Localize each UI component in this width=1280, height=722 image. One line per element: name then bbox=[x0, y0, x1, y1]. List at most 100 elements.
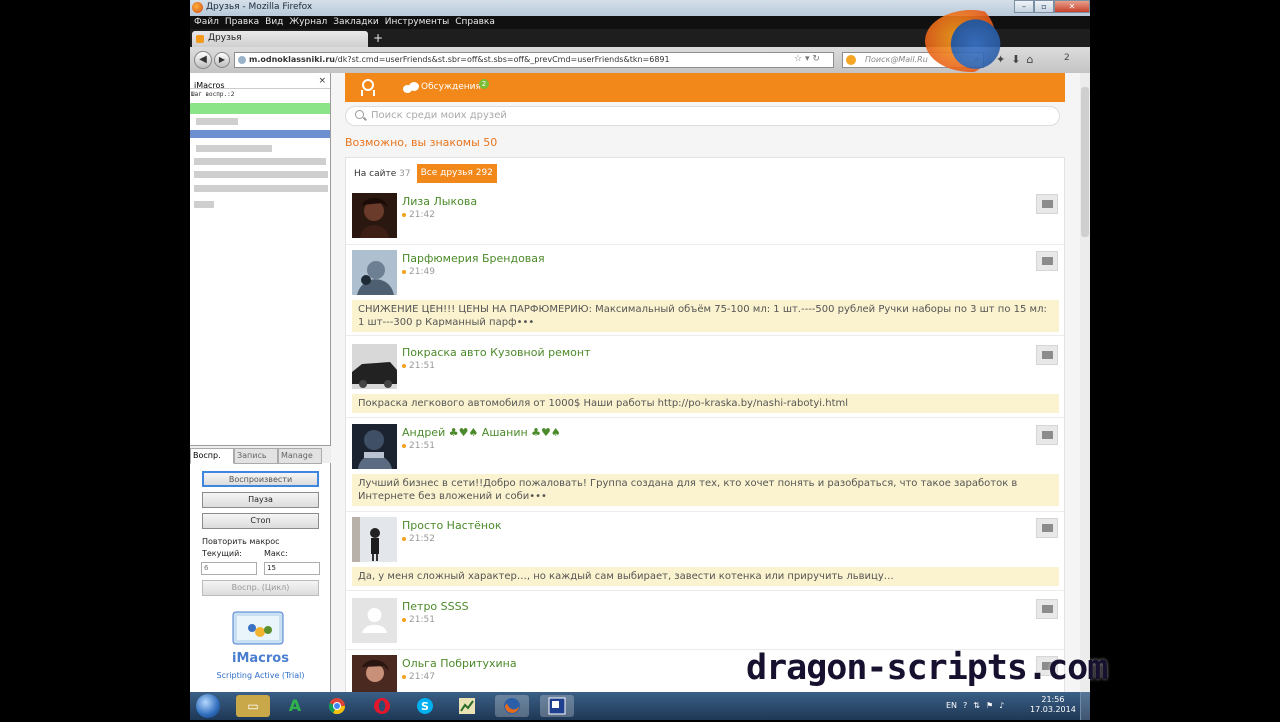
message-button[interactable] bbox=[1036, 518, 1058, 538]
imacros-subtitle[interactable]: Scripting Active (Trial) bbox=[190, 671, 331, 680]
avatar[interactable] bbox=[352, 424, 397, 469]
avatar[interactable] bbox=[352, 250, 397, 295]
chrome-icon[interactable] bbox=[320, 695, 354, 717]
friend-name[interactable]: Покраска авто Кузовной ремонт bbox=[402, 346, 590, 359]
firefox-window: Друзья - Mozilla Firefox – ▫ ✕ Файл Прав… bbox=[190, 0, 1090, 692]
tab-friends[interactable]: Друзья bbox=[192, 31, 368, 47]
app-a-icon[interactable]: A bbox=[278, 695, 312, 717]
addon-icon[interactable]: ✦ bbox=[996, 53, 1005, 66]
show-desktop-button[interactable] bbox=[1080, 692, 1090, 720]
new-tab-button[interactable]: + bbox=[370, 31, 386, 45]
avatar[interactable] bbox=[352, 655, 397, 692]
message-button[interactable] bbox=[1036, 251, 1058, 271]
imacros-tabs: Воспр. Запись Manage bbox=[190, 445, 331, 464]
close-button[interactable]: ✕ bbox=[1054, 0, 1090, 13]
search-icon[interactable]: ⌕ bbox=[974, 53, 980, 67]
odnoklassniki-logo-icon[interactable] bbox=[359, 79, 374, 97]
url-bar[interactable]: m.odnoklassniki.ru/dk?st.cmd=userFriends… bbox=[234, 52, 834, 68]
menu-edit[interactable]: Правка bbox=[225, 16, 259, 29]
play-loop-button[interactable]: Воспр. (Цикл) bbox=[202, 580, 319, 596]
maybe-known-link[interactable]: Возможно, вы знакомы 50 bbox=[345, 136, 497, 149]
maximize-button[interactable]: ▫ bbox=[1034, 0, 1054, 13]
reload-icon[interactable]: ↻ bbox=[812, 54, 820, 64]
opera-icon[interactable] bbox=[365, 695, 399, 717]
avatar[interactable] bbox=[352, 344, 397, 389]
scrollbar-thumb[interactable] bbox=[1081, 87, 1089, 237]
menu-bar: Файл Правка Вид Журнал Закладки Инструме… bbox=[190, 16, 1090, 29]
discussions-link[interactable]: Обсуждения bbox=[421, 82, 481, 92]
message-button[interactable] bbox=[1036, 194, 1058, 214]
close-icon[interactable]: × bbox=[318, 73, 326, 89]
current-loop-field[interactable]: 6 bbox=[201, 562, 257, 575]
firefox-taskbar-icon[interactable] bbox=[495, 695, 529, 717]
macro-line-selected[interactable] bbox=[190, 130, 330, 138]
friend-online-time: 21:51 bbox=[402, 361, 435, 371]
friend-status[interactable]: Покраска легкового автомобиля от 1000$ Н… bbox=[352, 394, 1059, 413]
friend-name[interactable]: Андрей ♣♥♠ Ашанин ♣♥♠ bbox=[402, 426, 561, 439]
filter-all-friends[interactable]: Все друзья 292 bbox=[416, 164, 497, 183]
macro-line-highlight[interactable] bbox=[190, 103, 330, 114]
flag-icon[interactable]: ⚑ bbox=[986, 695, 993, 717]
menu-file[interactable]: Файл bbox=[194, 16, 219, 29]
friend-status[interactable]: Да, у меня сложный характер…, но каждый … bbox=[352, 567, 1059, 586]
tab-record[interactable]: Запись bbox=[234, 448, 278, 464]
tab-manage[interactable]: Manage bbox=[278, 448, 322, 464]
friend-name[interactable]: Лиза Лыкова bbox=[402, 195, 477, 208]
network-icon[interactable]: ⇅ bbox=[973, 695, 980, 717]
svg-text:S: S bbox=[421, 700, 429, 713]
current-label: Текущий: bbox=[202, 549, 243, 558]
dropdown-arrow-icon[interactable]: ▾ bbox=[805, 54, 810, 64]
play-button[interactable]: Воспроизвести bbox=[202, 471, 319, 487]
imacros-header: iMacros × bbox=[190, 73, 330, 90]
menu-bookmarks[interactable]: Закладки bbox=[333, 16, 379, 29]
friend-status[interactable]: Лучший бизнес в сети!!Добро пожаловать! … bbox=[352, 474, 1059, 506]
stop-button[interactable]: Стоп bbox=[202, 513, 319, 529]
friend-status[interactable]: СНИЖЕНИЕ ЦЕН!!! ЦЕНЫ НА ПАРФЮМЕРИЮ: Макс… bbox=[352, 300, 1059, 332]
help-icon[interactable]: ? bbox=[963, 695, 967, 717]
clock[interactable]: 21:56 17.03.2014 bbox=[1030, 695, 1076, 715]
navigation-bar: ◀ ▶ m.odnoklassniki.ru/dk?st.cmd=userFri… bbox=[190, 47, 1090, 73]
friends-filters: На сайте 37 Все друзья 292 bbox=[354, 164, 497, 183]
menu-tools[interactable]: Инструменты bbox=[385, 16, 449, 29]
friend-name[interactable]: Просто Настёнок bbox=[402, 519, 501, 532]
minimize-button[interactable]: – bbox=[1014, 0, 1034, 13]
menu-view[interactable]: Вид bbox=[265, 16, 283, 29]
monitor-app-icon[interactable] bbox=[450, 695, 484, 717]
odnoklassniki-page: Обсуждения 2 Поиск среди моих друзей Воз… bbox=[331, 73, 1080, 692]
blurred-macro-line bbox=[196, 145, 272, 152]
menu-help[interactable]: Справка bbox=[455, 16, 495, 29]
clock-date: 17.03.2014 bbox=[1030, 705, 1076, 714]
max-loop-field[interactable]: 15 bbox=[264, 562, 320, 575]
friends-search-input[interactable]: Поиск среди моих друзей bbox=[345, 106, 1060, 126]
message-button[interactable] bbox=[1036, 425, 1058, 445]
search-engine-icon[interactable] bbox=[846, 55, 856, 65]
search-input[interactable]: Поиск@Mail.Ru ⌕ bbox=[842, 52, 984, 68]
forward-button[interactable]: ▶ bbox=[214, 52, 230, 68]
explorer-icon[interactable]: ▭ bbox=[236, 695, 270, 717]
toolbar-badge[interactable]: 2 bbox=[1064, 53, 1070, 63]
avatar[interactable] bbox=[352, 517, 397, 562]
menu-history[interactable]: Журнал bbox=[289, 16, 327, 29]
tab-play[interactable]: Воспр. bbox=[190, 448, 234, 464]
discussions-icon[interactable] bbox=[403, 82, 419, 94]
bookmark-star-icon[interactable]: ☆ bbox=[794, 54, 802, 64]
start-button[interactable] bbox=[196, 694, 220, 718]
friend-name[interactable]: Ольга Побритухина bbox=[402, 657, 517, 670]
message-button[interactable] bbox=[1036, 599, 1058, 619]
search-placeholder: Поиск@Mail.Ru bbox=[865, 55, 928, 64]
page-scrollbar[interactable] bbox=[1080, 73, 1090, 692]
back-button[interactable]: ◀ bbox=[194, 51, 212, 69]
volume-icon[interactable]: ♪ bbox=[999, 695, 1004, 717]
friend-name[interactable]: Петро SSSS bbox=[402, 600, 469, 613]
avatar[interactable] bbox=[352, 598, 397, 643]
avatar[interactable] bbox=[352, 193, 397, 238]
friend-name[interactable]: Парфюмерия Брендовая bbox=[402, 252, 545, 265]
filter-online[interactable]: На сайте 37 bbox=[354, 169, 411, 179]
home-icon[interactable]: ⌂ bbox=[1026, 53, 1033, 66]
skype-icon[interactable]: S bbox=[408, 695, 442, 717]
remote-app-icon[interactable] bbox=[540, 695, 574, 717]
language-indicator[interactable]: EN bbox=[946, 695, 957, 717]
download-icon[interactable]: ⬇ bbox=[1011, 53, 1020, 66]
pause-button[interactable]: Пауза bbox=[202, 492, 319, 508]
message-button[interactable] bbox=[1036, 345, 1058, 365]
